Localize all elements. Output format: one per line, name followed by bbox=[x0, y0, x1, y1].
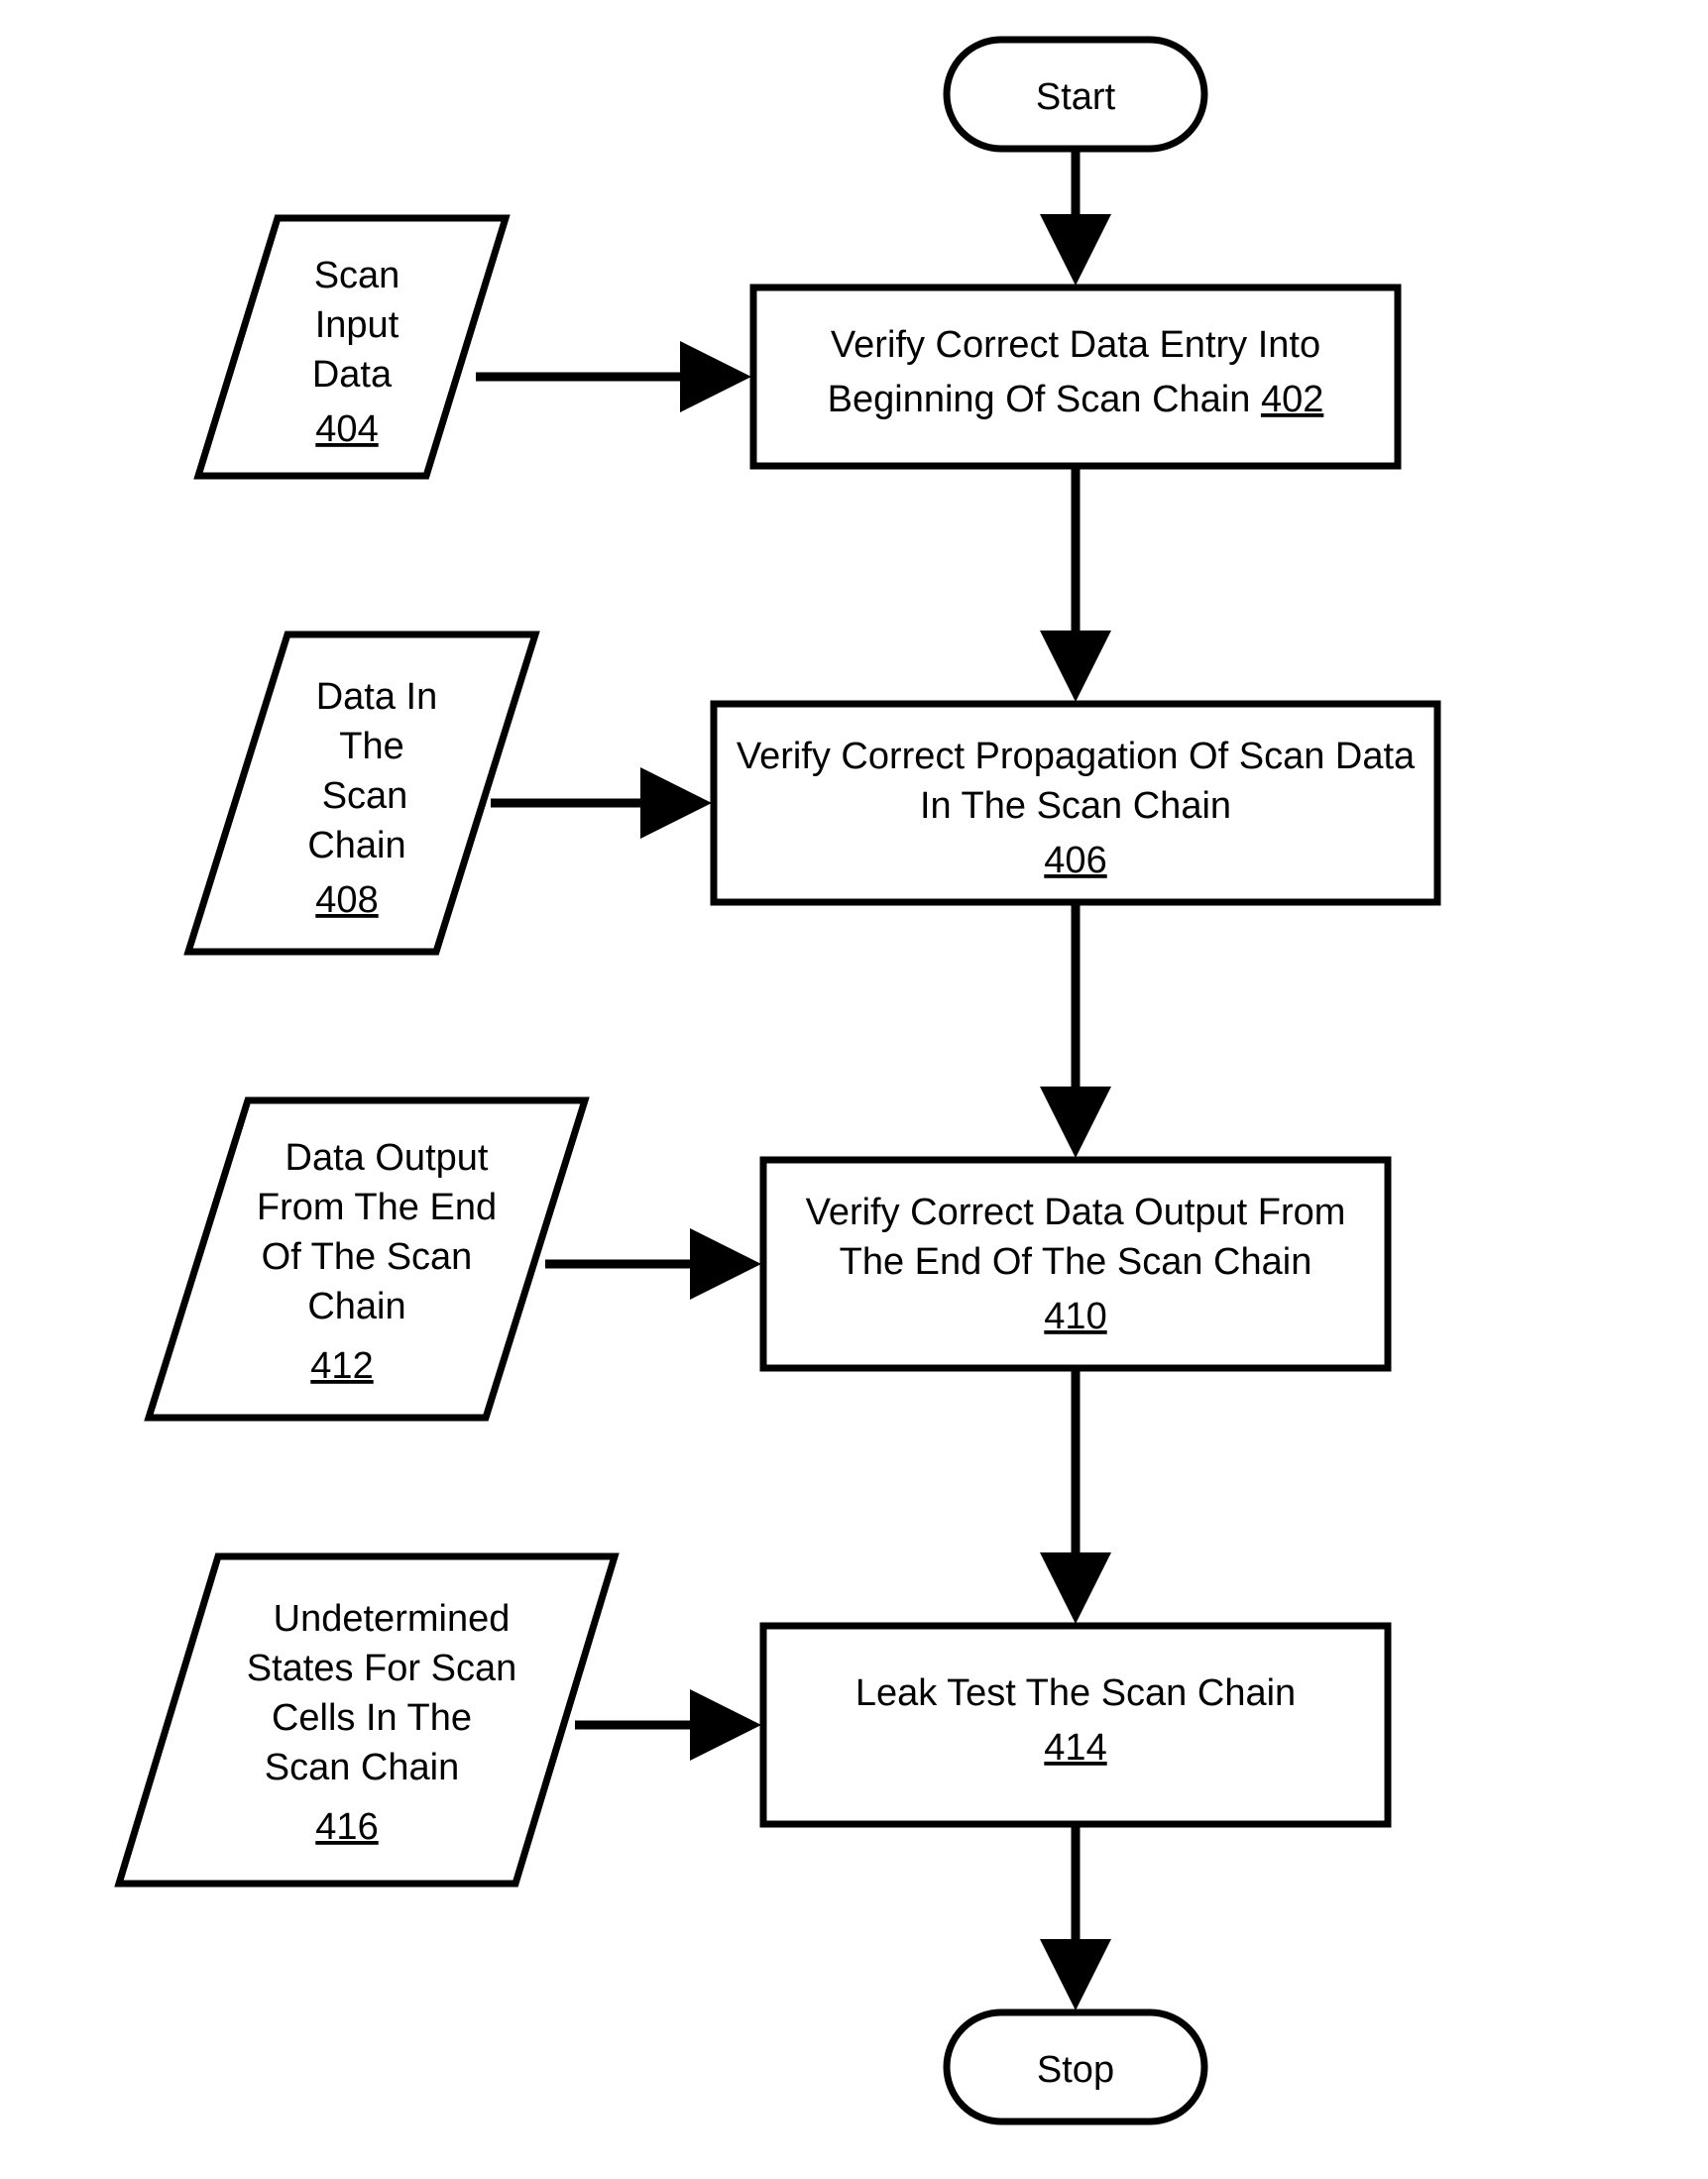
data-4-l3: Cells In The bbox=[272, 1697, 472, 1739]
data-2-l4: Chain bbox=[307, 825, 405, 866]
terminal-start-label: Start bbox=[1036, 76, 1116, 118]
process-3-line1: Verify Correct Data Output From bbox=[806, 1192, 1346, 1233]
data-1-ref: 404 bbox=[315, 408, 378, 450]
terminal-stop-label: Stop bbox=[1037, 2049, 1114, 2091]
data-3-l4: Chain bbox=[307, 1286, 405, 1327]
data-3-l3: Of The Scan bbox=[262, 1236, 473, 1278]
process-4-ref: 414 bbox=[1044, 1727, 1106, 1769]
flowchart-svg: Start Stop Verify Correct Data Entry Int… bbox=[0, 0, 1708, 2179]
process-2-line1: Verify Correct Propagation Of Scan Data bbox=[737, 736, 1416, 777]
data-1-l3: Data bbox=[312, 354, 393, 396]
process-1-line1: Verify Correct Data Entry Into bbox=[831, 324, 1320, 366]
data-4-l1: Undetermined bbox=[274, 1598, 511, 1640]
data-3-l1: Data Output bbox=[285, 1137, 489, 1179]
data-3-l2: From The End bbox=[257, 1187, 497, 1228]
process-box-1 bbox=[753, 287, 1398, 466]
data-2-l2: The bbox=[339, 726, 403, 767]
process-2-line2: In The Scan Chain bbox=[920, 785, 1231, 827]
data-4-l4: Scan Chain bbox=[265, 1747, 459, 1788]
process-4-line1: Leak Test The Scan Chain bbox=[855, 1672, 1296, 1714]
process-3-ref: 410 bbox=[1044, 1296, 1106, 1337]
data-2-l3: Scan bbox=[322, 775, 408, 817]
data-4-ref: 416 bbox=[315, 1806, 378, 1848]
data-2-l1: Data In bbox=[316, 676, 438, 718]
process-box-4 bbox=[763, 1626, 1388, 1824]
data-1-l2: Input bbox=[315, 304, 399, 346]
process-3-line2: The End Of The Scan Chain bbox=[840, 1241, 1312, 1283]
process-1-line2: Beginning Of Scan Chain 402 bbox=[828, 379, 1324, 420]
data-1-l1: Scan bbox=[314, 255, 400, 296]
process-2-ref: 406 bbox=[1044, 840, 1106, 881]
data-3-ref: 412 bbox=[310, 1345, 373, 1387]
data-2-ref: 408 bbox=[315, 879, 378, 921]
data-4-l2: States For Scan bbox=[247, 1648, 516, 1689]
